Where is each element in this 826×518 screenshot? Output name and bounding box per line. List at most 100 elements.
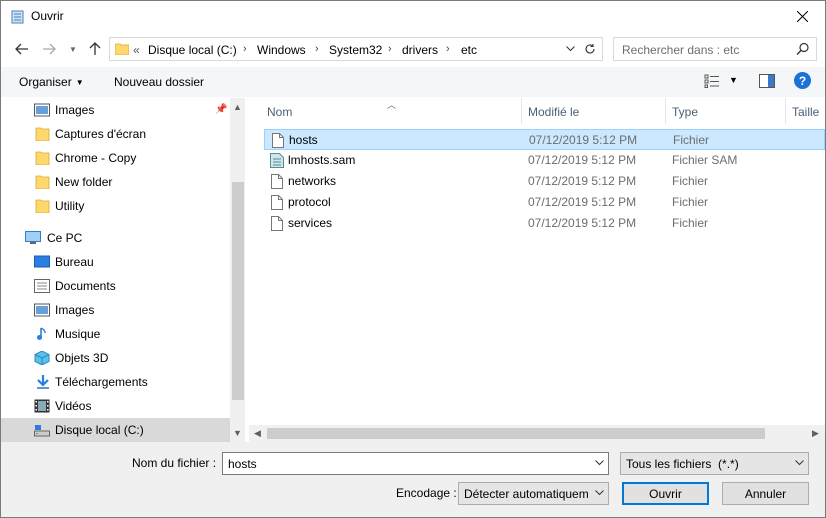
nav-item-label: Vidéos [55,399,92,413]
column-header-type[interactable]: Type [666,98,786,124]
dialog-footer: Nom du fichier : hosts Tous les fichiers… [1,442,825,517]
breadcrumb-overflow[interactable]: « [133,43,140,57]
new-folder-button[interactable]: Nouveau dossier [114,75,204,89]
breadcrumb-item[interactable]: Windows [257,43,306,57]
downloads-icon [37,375,49,389]
file-name: hosts [289,133,318,147]
up-button[interactable] [87,39,103,59]
scroll-left-icon[interactable]: ◀ [254,428,261,439]
breadcrumb-separator-icon[interactable]: › [243,43,247,55]
column-label: Modifié le [528,105,580,119]
nav-item-label: New folder [55,175,113,189]
nav-item-screenshots[interactable]: Captures d'écran [1,122,230,146]
command-bar: Organiser ▼ Nouveau dossier ▼ ? [1,67,825,97]
breadcrumb-separator-icon[interactable]: › [315,43,319,55]
column-header-name[interactable]: Nom [247,98,522,124]
nav-item-documents[interactable]: Documents [1,274,230,298]
breadcrumb-item[interactable]: etc [461,43,477,57]
file-row[interactable]: lmhosts.sam 07/12/2019 5:12 PM Fichier S… [264,150,825,171]
file-type-filter[interactable]: Tous les fichiers (*.*) [620,452,809,475]
desktop-icon [34,255,50,268]
nav-item-downloads[interactable]: Téléchargements [1,370,230,394]
scroll-thumb[interactable] [232,182,244,400]
column-label: Type [672,105,699,119]
folder-icon [35,151,50,165]
column-header-size[interactable]: Taille [786,98,825,124]
forward-button[interactable] [40,39,58,59]
file-type: Fichier [672,195,709,209]
preview-pane-icon[interactable] [759,74,775,88]
nav-item-images-quick[interactable]: Images 📌 [1,98,230,122]
folder-icon [115,43,129,55]
help-icon[interactable]: ? [794,72,811,89]
address-bar[interactable]: « Disque local (C:) › Windows › System32… [109,37,603,61]
nav-item-images[interactable]: Images [1,298,230,322]
scroll-up-icon[interactable]: ▲ [233,102,242,112]
objects-3d-icon [34,351,50,365]
nav-item-local-disk[interactable]: Disque local (C:) [1,418,230,442]
nav-item-chrome-copy[interactable]: Chrome - Copy [1,146,230,170]
chevron-down-icon[interactable] [595,458,604,468]
file-row[interactable]: networks 07/12/2019 5:12 PM Fichier [264,171,825,192]
nav-item-videos[interactable]: Vidéos [1,394,230,418]
open-dialog: Ouvrir ▼ « Disque local (C:) › Windows ›… [0,0,826,518]
arrow-up-icon [89,42,101,55]
close-icon [796,11,808,22]
pin-icon[interactable]: 📌 [215,104,227,115]
column-label: Nom [267,105,293,119]
cancel-button[interactable]: Annuler [722,482,809,505]
nav-item-desktop[interactable]: Bureau [1,250,230,274]
nav-item-music[interactable]: Musique [1,322,230,346]
file-row[interactable]: services 07/12/2019 5:12 PM Fichier [264,213,825,234]
nav-item-label: Objets 3D [55,351,109,365]
chevron-down-icon [595,488,604,498]
scroll-down-icon[interactable]: ▼ [233,428,242,438]
nav-item-label: Utility [55,199,85,213]
breadcrumb-item[interactable]: Disque local (C:) [148,43,237,57]
file-name: services [288,216,333,230]
open-button[interactable]: Ouvrir [622,482,709,505]
nav-scrollbar[interactable]: ▲ ▼ [230,98,245,442]
file-icon [271,174,283,189]
breadcrumb-item[interactable]: System32 [329,43,382,57]
organize-button[interactable]: Organiser ▼ [19,75,84,89]
scroll-thumb[interactable] [267,428,765,439]
pictures-icon [34,103,50,117]
breadcrumb-item[interactable]: drivers [402,43,438,57]
nav-item-label: Images [55,103,95,117]
nav-item-utility[interactable]: Utility [1,194,230,218]
file-row[interactable]: protocol 07/12/2019 5:12 PM Fichier [264,192,825,213]
view-options-icon[interactable] [704,74,720,88]
scroll-right-icon[interactable]: ▶ [812,428,819,439]
nav-item-label: Chrome - Copy [55,151,137,165]
search-input[interactable]: Rechercher dans : etc [613,37,817,61]
recent-locations-button[interactable]: ▼ [67,39,79,59]
filename-field[interactable]: hosts [222,452,609,475]
drive-icon [34,425,50,437]
folder-icon [35,175,50,189]
address-dropdown-button[interactable] [562,41,578,57]
nav-item-this-pc[interactable]: Ce PC [1,226,230,250]
encoding-select[interactable]: Détecter automatiquem [458,482,609,505]
filename-value: hosts [228,457,257,471]
pictures-icon [34,303,50,317]
music-icon [37,327,46,340]
search-placeholder: Rechercher dans : etc [622,43,740,57]
horizontal-scrollbar[interactable]: ◀ ▶ [249,425,825,442]
chevron-down-icon: ▼ [69,44,77,54]
breadcrumb-separator-icon[interactable]: › [388,43,392,55]
close-button[interactable] [779,1,825,32]
system-file-icon [270,153,284,168]
column-header-modified[interactable]: Modifié le [522,98,666,124]
file-type: Fichier SAM [672,153,738,167]
breadcrumb-separator-icon[interactable]: › [446,43,450,55]
nav-item-3d-objects[interactable]: Objets 3D [1,346,230,370]
file-date: 07/12/2019 5:12 PM [528,153,637,167]
file-date: 07/12/2019 5:12 PM [529,133,638,147]
caret-down-icon[interactable]: ▼ [729,75,738,85]
back-button[interactable] [13,39,31,59]
refresh-button[interactable] [582,41,598,57]
file-icon [271,216,283,231]
nav-item-new-folder[interactable]: New folder [1,170,230,194]
file-row[interactable]: hosts 07/12/2019 5:12 PM Fichier [264,129,825,150]
